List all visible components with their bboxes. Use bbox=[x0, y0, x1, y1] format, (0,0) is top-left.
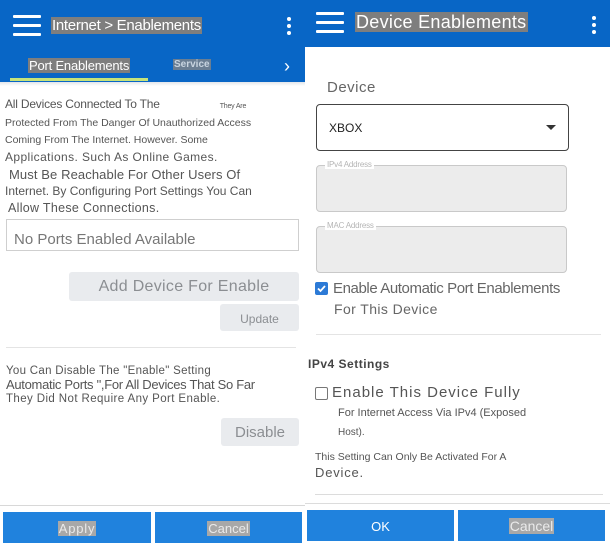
enabled-ports-list: No Ports Enabled Available bbox=[6, 219, 299, 251]
caret-down-icon bbox=[546, 125, 556, 130]
intro-line: All Devices Connected To The bbox=[5, 97, 160, 111]
disable-description: You Can Disable The "Enable" Setting Aut… bbox=[6, 364, 255, 406]
disable-line: Automatic Ports ",For All Devices That S… bbox=[6, 377, 255, 392]
tab-bar: Port Enablements Service › bbox=[0, 52, 305, 82]
cancel-button[interactable]: Cancel bbox=[155, 512, 302, 543]
intro-line: Must Be Reachable For Other Users Of bbox=[9, 167, 241, 182]
tab-port-enablements[interactable]: Port Enablements bbox=[28, 58, 131, 73]
app-bar: Device Enablements bbox=[305, 0, 610, 47]
device-select-value: XBOX bbox=[329, 121, 363, 135]
ipv4-settings-heading: IPv4 Settings bbox=[308, 357, 390, 371]
exposed-host-checkbox[interactable] bbox=[315, 387, 328, 400]
tab-bar-shadow bbox=[0, 82, 305, 86]
disable-line: You Can Disable The "Enable" Setting bbox=[6, 365, 212, 377]
divider bbox=[305, 503, 610, 504]
device-enablements-screen: Device Enablements Device XBOX IPv4 Addr… bbox=[305, 0, 610, 549]
intro-line: Allow These Connections. bbox=[8, 201, 160, 215]
active-tab-indicator bbox=[10, 78, 148, 81]
checkmark-icon bbox=[317, 285, 326, 293]
cancel-button[interactable]: Cancel bbox=[458, 510, 605, 541]
intro-description: All Devices Connected To The They Are Pro… bbox=[5, 96, 301, 217]
ipv4-address-input[interactable] bbox=[317, 166, 566, 211]
exposed-host-note: This Setting Can Only Be Activated For A… bbox=[315, 451, 507, 480]
hamburger-menu-icon[interactable] bbox=[13, 15, 41, 37]
divider bbox=[6, 347, 296, 348]
disable-button[interactable]: Disable bbox=[221, 418, 299, 446]
disable-line: They Did Not Require Any Port Enable. bbox=[6, 393, 221, 405]
intro-line: Internet. By Configuring Port Settings Y… bbox=[5, 184, 252, 198]
exposed-host-label: Enable This Device Fully For Internet Ac… bbox=[332, 384, 527, 438]
tab-service[interactable]: Service bbox=[173, 59, 211, 70]
device-label: Device bbox=[327, 79, 376, 96]
mac-address-field[interactable]: MAC Address bbox=[316, 221, 567, 273]
page-title: Internet > Enablements bbox=[51, 17, 202, 34]
intro-line: Coming From The Internet. However. Some bbox=[5, 134, 208, 146]
more-vertical-icon[interactable] bbox=[591, 16, 597, 34]
mac-address-input[interactable] bbox=[317, 227, 566, 272]
intro-line: Protected From The Danger Of Unauthorize… bbox=[5, 117, 252, 129]
hamburger-menu-icon[interactable] bbox=[316, 12, 344, 34]
auto-port-checkbox[interactable] bbox=[315, 282, 328, 295]
intro-line: They Are bbox=[219, 103, 247, 110]
intro-line: Applications. Such As Online Games. bbox=[5, 150, 218, 164]
page-title: Device Enablements bbox=[355, 12, 528, 32]
update-button[interactable]: Update bbox=[220, 304, 299, 331]
divider bbox=[0, 505, 305, 506]
more-vertical-icon[interactable] bbox=[286, 17, 292, 35]
ok-button[interactable]: OK bbox=[307, 510, 454, 541]
ipv4-address-field[interactable]: IPv4 Address bbox=[316, 160, 567, 212]
divider bbox=[315, 494, 603, 495]
auto-port-label: Enable Automatic Port Enablements For Th… bbox=[333, 280, 560, 317]
chevron-right-icon[interactable]: › bbox=[284, 56, 290, 77]
apply-button[interactable]: Apply bbox=[3, 512, 151, 543]
device-select[interactable]: XBOX bbox=[316, 104, 569, 151]
empty-list-message: No Ports Enabled Available bbox=[14, 231, 196, 248]
port-enablements-screen: Internet > Enablements Port Enablements … bbox=[0, 0, 305, 549]
add-device-button[interactable]: Add Device For Enable bbox=[69, 272, 299, 301]
divider bbox=[316, 334, 601, 335]
app-bar: Internet > Enablements Port Enablements … bbox=[0, 0, 305, 82]
